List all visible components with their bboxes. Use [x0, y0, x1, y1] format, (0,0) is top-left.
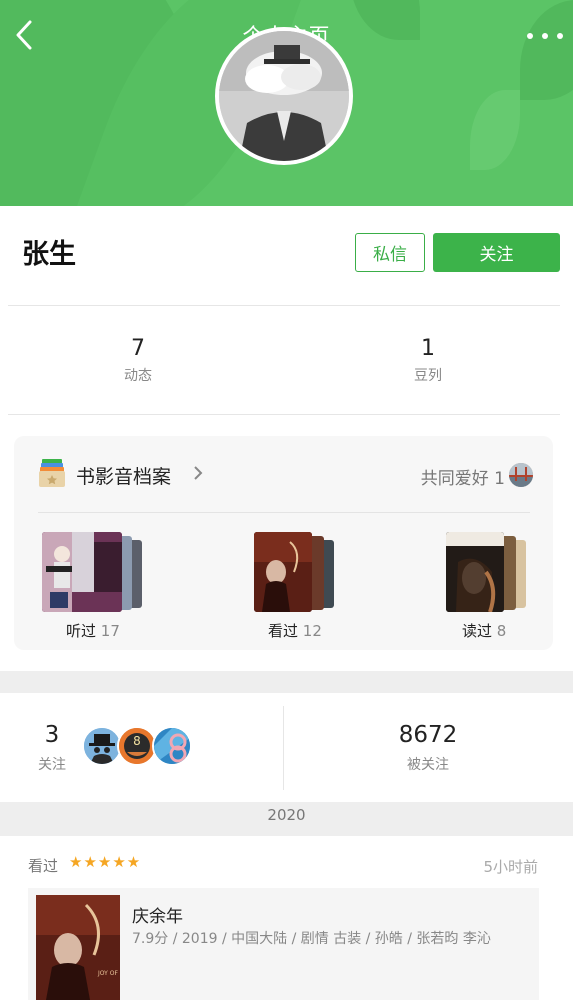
followers-label[interactable]: 被关注 [378, 754, 478, 774]
book-count[interactable]: 读过 8 [462, 620, 506, 641]
group-count: 8 [496, 622, 507, 640]
archive-box-icon [39, 459, 65, 487]
following-label[interactable]: 关注 [22, 754, 82, 774]
movie-stack[interactable] [254, 532, 334, 612]
section-separator [0, 671, 573, 693]
movie-meta: 7.9分 / 2019 / 中国大陆 / 剧情 古装 / 孙皓 / 张若昀 李沁 [132, 931, 491, 947]
header-decoration [470, 90, 520, 170]
rating-stars: ★★★★★ [69, 853, 142, 871]
svg-text:JOY OF: JOY OF [97, 970, 118, 977]
group-count: 12 [302, 622, 322, 640]
following-avatar[interactable] [82, 726, 122, 766]
book-cover [446, 532, 504, 612]
stat-label: 动态 [124, 368, 152, 384]
group-label: 读过 [462, 622, 493, 640]
more-button[interactable] [527, 26, 563, 46]
header-decoration [520, 0, 573, 100]
following-count[interactable]: 3 [22, 722, 82, 748]
followers-count[interactable]: 8672 [378, 722, 478, 748]
archive-card: 书影音档案 共同爱好 1 听过 17 看过 12 读过 8 [14, 436, 553, 650]
movie-poster: JOY OF [36, 895, 120, 1000]
timeline-year: 2020 [267, 806, 306, 824]
stat-value: 1 [421, 336, 435, 361]
stat-doulists[interactable]: 1 豆列 [368, 336, 488, 385]
profile-header: 个人主页 [0, 0, 573, 206]
following-avatar[interactable] [152, 726, 192, 766]
group-label: 看过 [268, 622, 299, 640]
music-stack[interactable] [42, 532, 142, 612]
archive-title[interactable]: 书影音档案 [76, 462, 171, 489]
divider [283, 706, 284, 790]
svg-text:8: 8 [133, 734, 141, 748]
stat-label: 豆列 [414, 368, 442, 384]
user-name: 张生 [22, 239, 76, 270]
following-avatar[interactable]: 8 [117, 726, 157, 766]
common-interests[interactable]: 共同爱好 1 [421, 464, 505, 489]
divider [8, 305, 560, 306]
music-count[interactable]: 听过 17 [66, 620, 120, 641]
chevron-right-icon[interactable] [192, 463, 204, 483]
avatar-image [219, 31, 349, 161]
message-button[interactable]: 私信 [355, 233, 425, 272]
group-count: 17 [100, 622, 120, 640]
movie-title[interactable]: 庆余年 [132, 902, 183, 927]
movie-poster [254, 532, 312, 612]
follow-button[interactable]: 关注 [433, 233, 560, 272]
stat-posts[interactable]: 7 动态 [78, 336, 198, 385]
common-avatar[interactable] [509, 463, 533, 487]
group-label: 听过 [66, 622, 97, 640]
movie-card[interactable]: JOY OF 庆余年 7.9分 / 2019 / 中国大陆 / 剧情 古装 / … [28, 888, 539, 1000]
activity-time: 5小时前 [483, 858, 538, 876]
divider [38, 512, 530, 513]
album-cover [42, 532, 122, 612]
stat-value: 7 [131, 336, 145, 361]
book-stack[interactable] [446, 532, 526, 612]
bridge-avatar-image [509, 463, 533, 487]
more-dots-icon [527, 33, 533, 39]
divider [8, 414, 560, 415]
movie-count[interactable]: 看过 12 [268, 620, 322, 641]
activity-action: 看过 [28, 857, 59, 875]
avatar[interactable] [215, 27, 353, 165]
